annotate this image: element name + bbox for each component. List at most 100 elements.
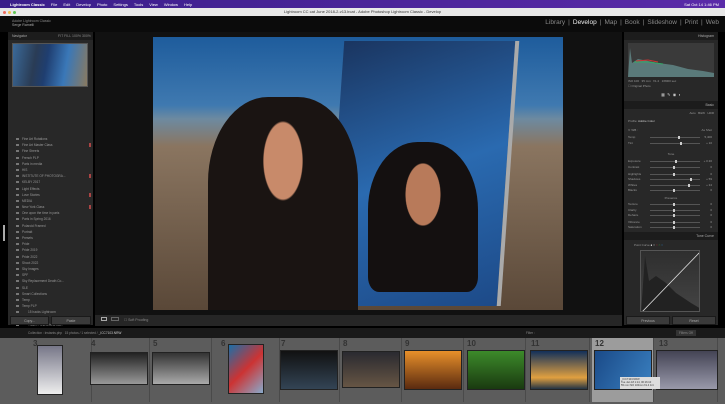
slider-value[interactable]: 0 <box>710 213 712 217</box>
slider-value[interactable]: 0 <box>710 202 712 206</box>
slider-thumb[interactable] <box>677 136 680 139</box>
thumbnail[interactable] <box>280 350 338 390</box>
soft-proofing-checkbox[interactable]: ☐ Soft Proofing <box>124 318 148 322</box>
filmstrip-source[interactable]: Collection : Instants.php <box>28 331 62 335</box>
module-slideshow[interactable]: Slideshow <box>647 19 677 26</box>
slider-texture[interactable]: Texture 0 <box>628 202 714 207</box>
slider-track[interactable] <box>650 166 700 169</box>
hdr-button[interactable]: HDR <box>708 111 715 115</box>
module-library[interactable]: Library <box>545 19 565 26</box>
menu-tools[interactable]: Tools <box>134 2 143 7</box>
slider-track[interactable] <box>650 189 700 192</box>
slider-blacks[interactable]: Blacks 0 <box>628 188 714 193</box>
slider-thumb[interactable] <box>672 189 675 192</box>
slider-value[interactable]: + 59 <box>706 177 712 181</box>
thumbnail[interactable] <box>152 352 210 385</box>
thumbnail[interactable] <box>656 350 718 390</box>
filmstrip-cell[interactable]: 5 <box>150 338 212 402</box>
slider-thumb[interactable] <box>675 160 677 163</box>
main-photo[interactable] <box>153 37 563 310</box>
slider-thumb[interactable] <box>672 209 675 212</box>
tone-curve-graph[interactable] <box>640 250 700 312</box>
slider-track[interactable] <box>650 178 700 181</box>
thumbnail[interactable] <box>90 352 148 385</box>
before-after-icon[interactable] <box>110 317 119 321</box>
menu-photo[interactable]: Photo <box>97 2 107 7</box>
point-curve-label[interactable]: Point Curve ● ○ ○ ○ ○ <box>634 243 720 248</box>
slider-track[interactable] <box>650 136 700 139</box>
filmstrip-cell[interactable]: 12 <box>592 338 654 402</box>
slider-tint[interactable]: Tint + 10 <box>628 141 714 146</box>
left-scrollbar[interactable] <box>3 225 5 241</box>
basic-header[interactable]: Basic <box>624 101 718 109</box>
slider-exposure[interactable]: Exposure + 0.30 <box>628 159 714 164</box>
menu-view[interactable]: View <box>149 2 158 7</box>
filmstrip-cell[interactable]: 3 <box>30 338 92 402</box>
previous-button[interactable]: Previous <box>626 316 670 325</box>
module-print[interactable]: Print <box>685 19 698 26</box>
profile-row[interactable]: Profile: Adobe Color <box>628 119 714 124</box>
thumbnail[interactable] <box>228 344 264 394</box>
slider-thumb[interactable] <box>690 178 692 181</box>
loupe-view-icon[interactable] <box>101 317 107 321</box>
slider-track[interactable] <box>650 184 700 187</box>
thumbnail[interactable] <box>467 350 525 390</box>
original-photo-checkbox[interactable]: ☐ Original Photo <box>628 84 714 89</box>
filter-dropdown[interactable]: Filters Off <box>676 330 696 336</box>
thumbnail[interactable] <box>342 351 400 388</box>
close-button[interactable] <box>3 10 6 14</box>
bw-button[interactable]: B&W <box>698 111 705 115</box>
slider-track[interactable] <box>650 221 700 224</box>
slider-dehaze[interactable]: Dehaze 0 <box>628 213 714 218</box>
slider-temp[interactable]: Temp 5,400 <box>628 135 714 140</box>
slider-track[interactable] <box>650 173 700 176</box>
zoom-button[interactable] <box>13 10 16 14</box>
filmstrip-cell[interactable]: 9 <box>402 338 464 402</box>
crop-tool-icon[interactable]: ▦ <box>661 92 665 97</box>
slider-value[interactable]: 0 <box>710 165 712 169</box>
module-map[interactable]: Map <box>604 19 617 26</box>
slider-saturation[interactable]: Saturation 0 <box>628 225 714 230</box>
module-book[interactable]: Book <box>625 19 640 26</box>
histogram-header[interactable]: Histogram <box>624 32 718 40</box>
filmstrip-cell[interactable]: 13 <box>656 338 718 402</box>
mask-tool-icon[interactable]: ◐ <box>678 92 680 97</box>
menu-edit[interactable]: Edit <box>63 2 70 7</box>
filmstrip-cell[interactable]: 8 <box>340 338 402 402</box>
filmstrip-cell[interactable]: 6 <box>218 338 280 402</box>
filmstrip-cell[interactable]: 10 <box>464 338 526 402</box>
menu-help[interactable]: Help <box>184 2 192 7</box>
slider-value[interactable]: + 10 <box>706 141 712 145</box>
slider-value[interactable]: + 34 <box>706 183 712 187</box>
slider-track[interactable] <box>650 203 700 206</box>
reset-button[interactable]: Reset <box>672 316 716 325</box>
copy-button[interactable]: Copy... <box>10 316 49 325</box>
module-web[interactable]: Web <box>706 19 719 26</box>
slider-value[interactable]: + 0.30 <box>704 159 712 163</box>
slider-track[interactable] <box>650 142 700 145</box>
menu-settings[interactable]: Settings <box>113 2 127 7</box>
slider-value[interactable]: 5,400 <box>704 135 712 139</box>
slider-thumb[interactable] <box>672 221 675 224</box>
navigator-header[interactable]: Navigator FIT FILL 100% 300% <box>8 32 93 40</box>
filmstrip-cell[interactable]: 4 <box>88 338 150 402</box>
slider-thumb[interactable] <box>672 203 675 206</box>
filmstrip-cell[interactable]: 11 <box>528 338 590 402</box>
nav-zoom-options[interactable]: FIT FILL 100% 300% <box>58 32 91 40</box>
menu-develop[interactable]: Develop <box>76 2 91 7</box>
slider-thumb[interactable] <box>687 184 690 187</box>
slider-thumb[interactable] <box>680 142 682 145</box>
slider-track[interactable] <box>650 214 700 217</box>
module-develop[interactable]: Develop <box>573 19 597 26</box>
slider-track[interactable] <box>650 209 700 212</box>
slider-track[interactable] <box>650 226 700 229</box>
wb-row[interactable]: ✒ WB : As Shot <box>628 128 714 133</box>
navigator-preview[interactable] <box>12 43 88 87</box>
slider-contrast[interactable]: Contrast 0 <box>628 165 714 170</box>
slider-track[interactable] <box>650 160 700 163</box>
menu-window[interactable]: Window <box>164 2 178 7</box>
tone-curve-header[interactable]: Tone Curve <box>624 232 718 240</box>
filmstrip-cell[interactable]: 7 <box>278 338 340 402</box>
redeye-tool-icon[interactable]: ◉ <box>673 92 677 97</box>
slider-value[interactable]: 0 <box>710 208 712 212</box>
